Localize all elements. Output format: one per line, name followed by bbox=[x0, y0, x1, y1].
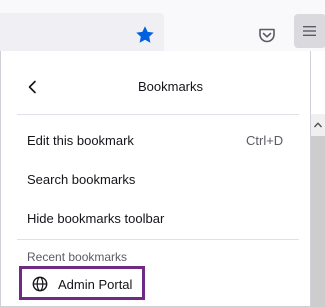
browser-toolbar bbox=[0, 0, 325, 57]
edit-bookmark-shortcut: Ctrl+D bbox=[246, 133, 284, 148]
search-bookmarks-item[interactable]: Search bookmarks bbox=[27, 172, 135, 187]
menu-button[interactable] bbox=[294, 14, 325, 48]
hide-bookmarks-toolbar-item[interactable]: Hide bookmarks toolbar bbox=[27, 211, 164, 226]
bookmark-label: Admin Portal bbox=[58, 277, 133, 292]
globe-icon bbox=[32, 276, 48, 292]
scrollbar-thumb[interactable] bbox=[311, 136, 325, 307]
recent-bookmarks-heading: Recent bookmarks bbox=[27, 250, 128, 264]
panel-title: Bookmarks bbox=[137, 79, 204, 94]
panel-header: Bookmarks bbox=[1, 51, 312, 116]
star-icon[interactable] bbox=[134, 24, 156, 46]
divider bbox=[17, 114, 299, 115]
recent-bookmark-item[interactable]: Admin Portal bbox=[19, 266, 145, 300]
scroll-up-arrow-icon[interactable] bbox=[313, 121, 323, 129]
edit-bookmark-item[interactable]: Edit this bookmark bbox=[27, 133, 134, 148]
hamburger-menu-icon bbox=[303, 26, 316, 36]
divider bbox=[17, 239, 299, 240]
pocket-icon[interactable] bbox=[257, 25, 277, 45]
